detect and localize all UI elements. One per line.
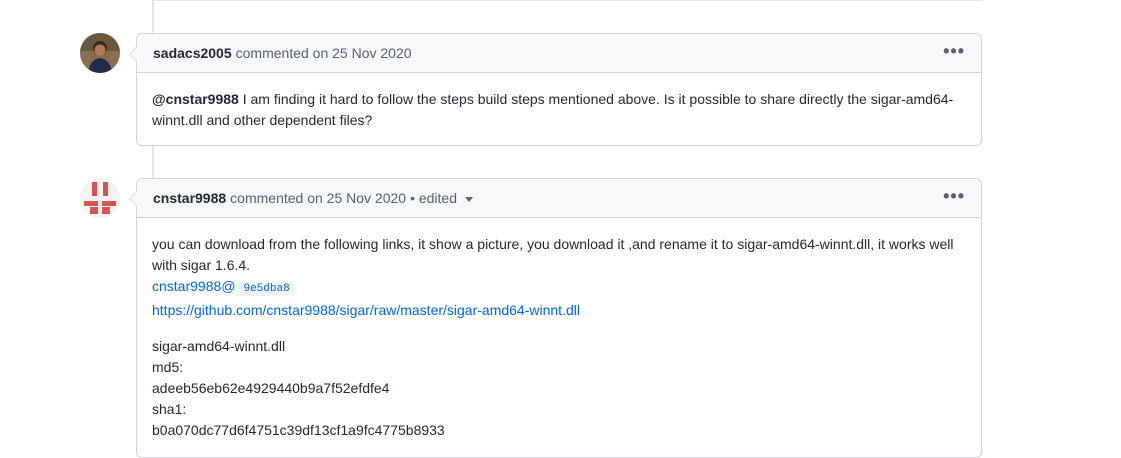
- edited-indicator[interactable]: • edited: [410, 190, 457, 206]
- commit-user-link[interactable]: cnstar9988@: [152, 278, 235, 294]
- comment-body: @cnstar9988 I am finding it hard to foll…: [137, 73, 981, 147]
- comment-card: cnstar9988 commented on 25 Nov 2020 • ed…: [129, 178, 982, 458]
- download-link[interactable]: https://github.com/cnstar9988/sigar/raw/…: [152, 302, 580, 318]
- timeline-line: [152, 0, 154, 33]
- chevron-down-icon[interactable]: [465, 196, 473, 202]
- comment-header: cnstar9988 commented on 25 Nov 2020 • ed…: [137, 179, 981, 218]
- md5-value: adeeb56eb62e4929440b9a7f52efdfe4: [152, 380, 390, 396]
- sha1-label: sha1:: [152, 401, 187, 417]
- more-options-icon[interactable]: •••: [943, 187, 965, 205]
- comment-text: I am finding it hard to follow the steps…: [152, 91, 954, 128]
- timeline-top-rule: [152, 0, 982, 1]
- commit-reference: cnstar9988@ 9e5dba8: [152, 276, 966, 300]
- file-name: sigar-amd64-winnt.dll: [152, 338, 286, 354]
- user-mention[interactable]: @cnstar9988: [152, 91, 239, 107]
- md5-label: md5:: [152, 359, 184, 375]
- comment-header: sadacs2005 commented on 25 Nov 2020 •••: [137, 34, 981, 73]
- comment-text: you can download from the following link…: [152, 236, 954, 273]
- timeline-line: [152, 146, 154, 178]
- comment-author[interactable]: cnstar9988: [153, 190, 226, 206]
- more-options-icon[interactable]: •••: [943, 42, 965, 60]
- comment-author[interactable]: sadacs2005: [153, 45, 232, 61]
- comment-timestamp[interactable]: commented on 25 Nov 2020: [230, 190, 406, 206]
- avatar-cnstar9988[interactable]: [80, 178, 120, 218]
- commit-sha-link[interactable]: 9e5dba8: [239, 282, 294, 296]
- comment-body: you can download from the following link…: [137, 218, 981, 457]
- comment-card: sadacs2005 commented on 25 Nov 2020 ••• …: [129, 33, 982, 147]
- sha1-value: b0a070dc77d6f4751c39df13cf1a9fc4775b8933: [152, 422, 445, 438]
- avatar-sadacs2005[interactable]: [80, 33, 120, 73]
- comment-timestamp[interactable]: commented on 25 Nov 2020: [236, 45, 412, 61]
